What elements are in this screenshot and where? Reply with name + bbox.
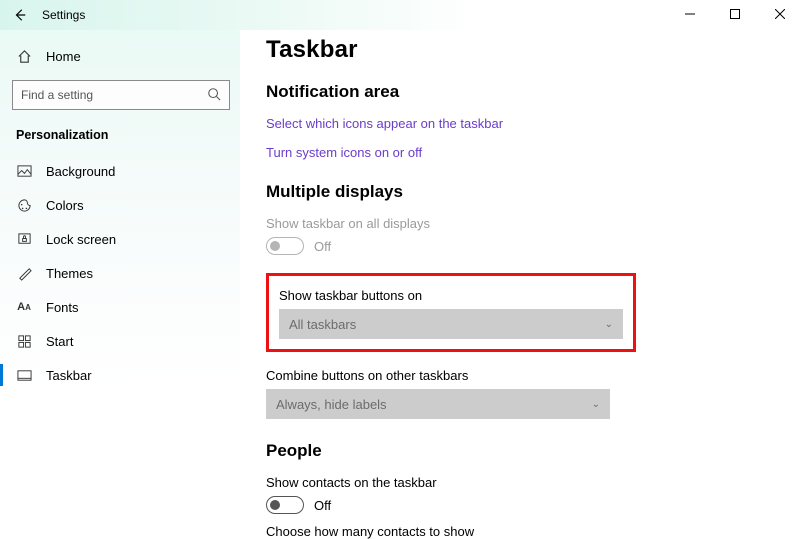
- sidebar-home[interactable]: Home: [8, 42, 234, 70]
- search-input[interactable]: Find a setting: [12, 80, 230, 110]
- brush-icon: [16, 265, 32, 281]
- page-title: Taskbar: [266, 36, 776, 64]
- search-icon: [207, 87, 221, 104]
- toggle-show-taskbar-all[interactable]: [266, 237, 304, 255]
- section-notification-area: Notification area: [266, 82, 776, 102]
- sidebar-item-colors[interactable]: Colors: [8, 188, 234, 222]
- palette-icon: [16, 197, 32, 213]
- main-content: Taskbar Notification area Select which i…: [240, 30, 802, 539]
- taskbar-icon: [16, 367, 32, 383]
- home-icon: [16, 48, 32, 64]
- sidebar-item-label: Lock screen: [46, 232, 116, 247]
- minimize-button[interactable]: [667, 0, 712, 28]
- search-placeholder: Find a setting: [21, 88, 93, 102]
- back-arrow-icon: [13, 8, 27, 22]
- sidebar-item-label: Taskbar: [46, 368, 92, 383]
- label-show-taskbar-all: Show taskbar on all displays: [266, 216, 776, 231]
- back-button[interactable]: [12, 7, 28, 23]
- dropdown-combine-buttons[interactable]: Always, hide labels ⌄: [266, 389, 610, 419]
- sidebar-item-start[interactable]: Start: [8, 324, 234, 358]
- close-button[interactable]: [757, 0, 802, 28]
- chevron-down-icon: ⌄: [592, 399, 600, 410]
- link-select-icons[interactable]: Select which icons appear on the taskbar: [266, 116, 776, 131]
- highlight-box: Show taskbar buttons on All taskbars ⌄: [266, 273, 636, 352]
- sidebar-home-label: Home: [46, 49, 81, 64]
- label-show-buttons-on: Show taskbar buttons on: [279, 288, 623, 303]
- sidebar-item-lockscreen[interactable]: Lock screen: [8, 222, 234, 256]
- label-combine-buttons: Combine buttons on other taskbars: [266, 368, 776, 383]
- chevron-down-icon: ⌄: [605, 319, 613, 330]
- sidebar-section-title: Personalization: [8, 124, 234, 154]
- section-people: People: [266, 441, 776, 461]
- dropdown-show-buttons-on[interactable]: All taskbars ⌄: [279, 309, 623, 339]
- toggle-show-contacts[interactable]: [266, 496, 304, 514]
- window-title: Settings: [42, 8, 85, 22]
- sidebar-item-background[interactable]: Background: [8, 154, 234, 188]
- link-system-icons[interactable]: Turn system icons on or off: [266, 145, 776, 160]
- sidebar-item-label: Themes: [46, 266, 93, 281]
- sidebar-item-label: Fonts: [46, 300, 79, 315]
- font-icon: AA: [16, 299, 32, 315]
- lock-icon: [16, 231, 32, 247]
- sidebar: Home Find a setting Personalization Back…: [0, 30, 240, 539]
- label-show-contacts: Show contacts on the taskbar: [266, 475, 776, 490]
- sidebar-item-fonts[interactable]: AA Fonts: [8, 290, 234, 324]
- maximize-button[interactable]: [712, 0, 757, 28]
- section-multiple-displays: Multiple displays: [266, 182, 776, 202]
- start-icon: [16, 333, 32, 349]
- dropdown-value: All taskbars: [289, 317, 356, 332]
- label-choose-contacts: Choose how many contacts to show: [266, 524, 776, 539]
- sidebar-item-label: Colors: [46, 198, 84, 213]
- sidebar-item-label: Background: [46, 164, 115, 179]
- toggle-state-show-all: Off: [314, 239, 331, 254]
- toggle-state-contacts: Off: [314, 498, 331, 513]
- sidebar-item-taskbar[interactable]: Taskbar: [8, 358, 234, 392]
- sidebar-item-label: Start: [46, 334, 73, 349]
- dropdown-value: Always, hide labels: [276, 397, 387, 412]
- sidebar-item-themes[interactable]: Themes: [8, 256, 234, 290]
- image-icon: [16, 163, 32, 179]
- window-controls: [667, 0, 802, 28]
